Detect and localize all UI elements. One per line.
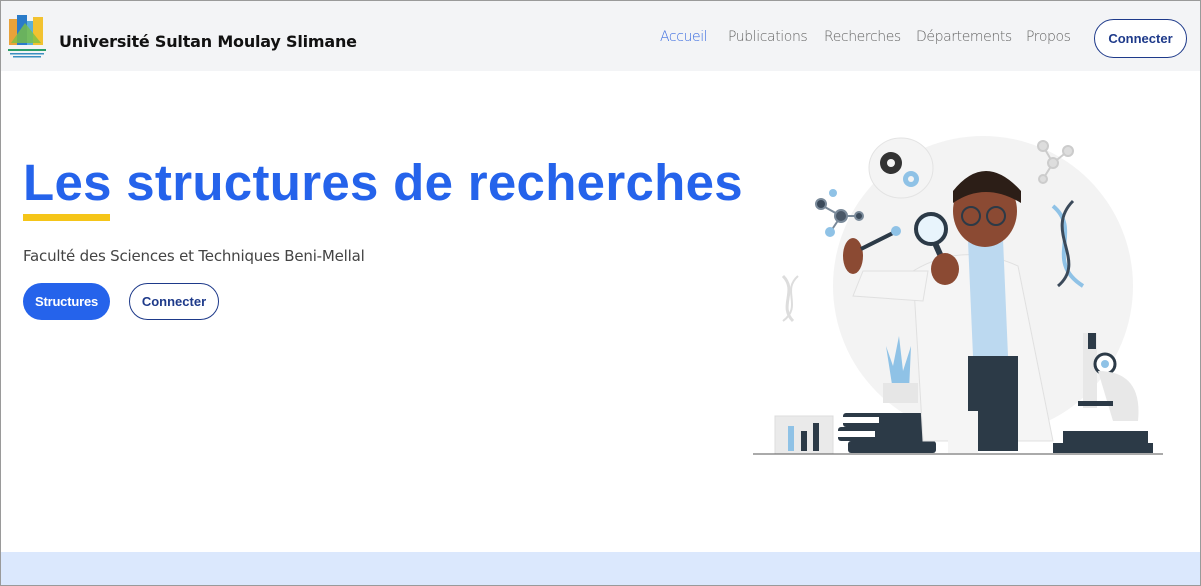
brand-name: Université Sultan Moulay Slimane <box>59 32 357 51</box>
hero-connect-button[interactable]: Connecter <box>129 283 219 320</box>
nav-accueil[interactable]: Accueil <box>660 29 708 45</box>
hero-subtitle: Faculté des Sciences et Techniques Beni-… <box>23 247 365 265</box>
nav-departements[interactable]: Départements <box>916 29 1012 45</box>
brand[interactable]: Université Sultan Moulay Slimane <box>7 13 357 61</box>
structures-button[interactable]: Structures <box>23 283 110 320</box>
scientist-illustration <box>753 136 1163 455</box>
nav-publications[interactable]: Publications <box>728 29 808 45</box>
university-logo[interactable] <box>7 13 47 61</box>
nav-recherches[interactable]: Recherches <box>824 29 901 45</box>
page: Université Sultan Moulay Slimane Accueil… <box>0 0 1201 586</box>
gear-icon <box>903 171 919 187</box>
footer-band <box>1 552 1200 585</box>
navbar: Université Sultan Moulay Slimane Accueil… <box>1 1 1200 71</box>
nav-propos[interactable]: Propos <box>1026 29 1071 45</box>
hero-title: Les structures de recherches <box>23 154 743 211</box>
gear-icon <box>880 152 902 174</box>
header-connect-button[interactable]: Connecter <box>1094 19 1187 58</box>
title-underline <box>23 214 110 221</box>
